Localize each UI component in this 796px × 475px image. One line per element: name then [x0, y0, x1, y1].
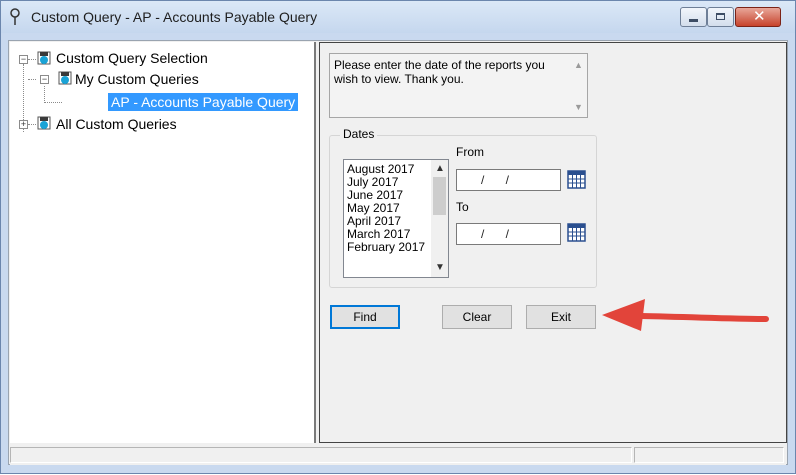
list-item[interactable]: February 2017 [347, 241, 425, 254]
query-pin-icon [10, 8, 20, 25]
calendar-icon[interactable] [567, 223, 586, 242]
scroll-up-icon[interactable]: ▲ [574, 60, 583, 70]
expander-glyph: − [41, 74, 48, 84]
query-form-pane: Please enter the date of the reports you… [319, 42, 787, 443]
tree-item-label: AP - Accounts Payable Query [108, 93, 299, 111]
expander-glyph: − [20, 54, 27, 64]
from-label: From [456, 145, 484, 159]
minimize-button[interactable] [680, 7, 707, 27]
to-date-field[interactable]: / / [456, 223, 561, 245]
message-text: Please enter the date of the reports you… [334, 58, 545, 86]
close-icon: ✕ [753, 8, 766, 25]
scroll-down-icon[interactable]: ▼ [435, 262, 445, 273]
tree-root-expander[interactable]: − [19, 55, 28, 64]
status-bar [10, 445, 786, 465]
to-label: To [456, 200, 469, 214]
status-panel-main [10, 447, 632, 463]
calendar-icon[interactable] [567, 170, 586, 189]
app-window: Custom Query - AP - Accounts Payable Que… [0, 0, 796, 474]
tree-line [28, 124, 36, 125]
tree-item-label: All Custom Queries [56, 116, 177, 132]
tree-item-label: Custom Query Selection [56, 50, 208, 66]
query-folder-icon [37, 116, 51, 130]
window-title: Custom Query - AP - Accounts Payable Que… [31, 9, 318, 25]
close-button[interactable]: ✕ [735, 7, 781, 27]
tree-my-queries-expander[interactable]: − [40, 75, 49, 84]
query-folder-icon [37, 51, 51, 65]
tree-all-queries-expander[interactable]: + [19, 120, 28, 129]
query-folder-icon [58, 71, 72, 85]
tree-line [44, 86, 45, 103]
find-button[interactable]: Find [330, 305, 400, 329]
tree-item-label: My Custom Queries [75, 71, 199, 87]
tree-line [44, 102, 62, 103]
expander-glyph: + [20, 119, 27, 129]
scroll-up-icon[interactable]: ▲ [435, 163, 445, 174]
maximize-icon [716, 13, 725, 20]
message-box[interactable]: Please enter the date of the reports you… [329, 53, 588, 118]
from-date-field[interactable]: / / [456, 169, 561, 191]
maximize-button[interactable] [707, 7, 734, 27]
dates-group: Dates August 2017 July 2017 June 2017 Ma… [329, 127, 597, 288]
month-listbox[interactable]: August 2017 July 2017 June 2017 May 2017… [343, 159, 449, 278]
tree-line [28, 59, 36, 60]
tree-line [28, 79, 36, 80]
client-area: − Custom Query Selection − My Custom Que… [8, 40, 788, 465]
dates-group-label: Dates [340, 127, 378, 141]
status-panel-secondary [634, 447, 784, 463]
query-tree[interactable]: − Custom Query Selection − My Custom Que… [10, 42, 316, 443]
minimize-icon [689, 19, 698, 22]
clear-button[interactable]: Clear [442, 305, 512, 329]
exit-button[interactable]: Exit [526, 305, 596, 329]
listbox-scrollbar[interactable]: ▲ ▼ [431, 160, 448, 277]
message-scrollbar[interactable]: ▲ ▼ [570, 54, 587, 117]
scroll-down-icon[interactable]: ▼ [574, 102, 583, 112]
scroll-thumb[interactable] [433, 177, 446, 215]
title-bar[interactable]: Custom Query - AP - Accounts Payable Que… [1, 1, 795, 33]
